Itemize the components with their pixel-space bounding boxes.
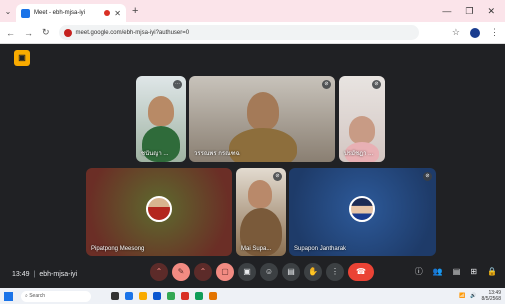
- participant-tile[interactable]: ⊘ ปรมัชฎา ...: [339, 76, 385, 162]
- search-placeholder: Search: [29, 293, 46, 299]
- host-controls-icon[interactable]: 🔒: [487, 263, 497, 281]
- more-options-button[interactable]: ⋮: [326, 263, 344, 281]
- participant-tile[interactable]: ⋯ ชนันญา ...: [136, 76, 186, 162]
- address-bar-row: ← → ↻ meet.google.com/ebh-mjsa-iyi?authu…: [0, 22, 505, 44]
- store-icon[interactable]: [153, 292, 161, 300]
- meeting-info-icon[interactable]: ⓘ: [415, 263, 423, 281]
- app-icon[interactable]: [181, 292, 189, 300]
- participant-name: ชนันญา ...: [141, 151, 169, 157]
- participant-name: Pipatpong Meesong: [91, 246, 145, 252]
- new-tab-icon[interactable]: +: [132, 5, 138, 17]
- explorer-icon[interactable]: [139, 292, 147, 300]
- people-icon[interactable]: 👥: [433, 263, 443, 281]
- bookmark-star-icon[interactable]: ☆: [452, 27, 460, 38]
- tab-close-icon[interactable]: ✕: [114, 9, 121, 18]
- participant-avatar: [146, 196, 172, 222]
- separator: |: [33, 270, 36, 278]
- mic-off-icon: ⊘: [372, 80, 381, 89]
- forward-icon[interactable]: →: [24, 28, 33, 38]
- participant-name: Mai Supa...: [241, 246, 272, 252]
- browser-menu-icon[interactable]: ⋮: [490, 27, 499, 38]
- meeting-code: ebh-mjsa-iyi: [39, 270, 78, 278]
- raise-hand-button[interactable]: ✋: [304, 263, 322, 281]
- present-button[interactable]: ▣: [238, 263, 256, 281]
- participant-video: [349, 116, 375, 144]
- url-field[interactable]: meet.google.com/ebh-mjsa-iyi?authuser=0: [58, 25, 419, 40]
- back-icon[interactable]: ←: [6, 28, 15, 38]
- mic-off-icon: ⊘: [322, 80, 331, 89]
- mic-off-icon: ⊘: [273, 172, 282, 181]
- mic-off-button[interactable]: ✎: [172, 263, 190, 281]
- reload-icon[interactable]: ↻: [42, 27, 50, 38]
- meeting-logo-icon: ▣: [14, 50, 30, 66]
- url-text: meet.google.com/ebh-mjsa-iyi?authuser=0: [75, 29, 190, 36]
- chat-icon[interactable]: ▤: [453, 263, 461, 281]
- participant-video: [148, 96, 174, 126]
- wifi-icon[interactable]: 📶: [459, 293, 465, 299]
- tab-title: Meet - ebh-mjsa-iyi: [34, 10, 86, 16]
- participant-avatar: [349, 196, 375, 222]
- line-icon[interactable]: [195, 292, 203, 300]
- browser-tab-bar: ⌄ Meet - ebh-mjsa-iyi ✕ + — ❐ ✕: [0, 0, 505, 22]
- close-window-icon[interactable]: ✕: [487, 6, 495, 17]
- recording-icon: [104, 10, 111, 16]
- clock-date: 8/5/2568: [481, 296, 501, 302]
- meeting-time: 13:49: [12, 270, 30, 278]
- chrome-icon[interactable]: [167, 292, 175, 300]
- restore-icon[interactable]: ❐: [465, 6, 473, 17]
- reactions-button[interactable]: ☺: [260, 263, 278, 281]
- camera-options-icon[interactable]: ⌃: [194, 263, 212, 281]
- tab-search-icon[interactable]: ⌄: [0, 7, 16, 16]
- participant-tile[interactable]: Pipatpong Meesong: [86, 168, 232, 256]
- volume-icon[interactable]: 🔊: [470, 293, 476, 299]
- os-taskbar: ⌕ Search 📶 🔊 13:49 8/5/2568: [0, 288, 505, 304]
- profile-avatar[interactable]: [470, 27, 480, 38]
- participant-video: [247, 92, 279, 130]
- more-options-icon[interactable]: ⋯: [173, 80, 182, 89]
- participant-name: Supapon Jantharak: [294, 246, 347, 252]
- app-icon[interactable]: [209, 292, 217, 300]
- camera-off-button[interactable]: ▢: [216, 263, 234, 281]
- site-info-icon[interactable]: [63, 28, 72, 37]
- participant-video: [248, 180, 272, 208]
- meet-favicon-icon: [21, 8, 30, 18]
- taskbar-search[interactable]: ⌕ Search: [21, 290, 91, 302]
- participant-name: วรรณพร กรณฑฉ: [194, 151, 240, 157]
- meeting-control-bar: 13:49 | ebh-mjsa-iyi ⌃ ✎ ⌃ ▢ ▣ ☺ ▤ ✋ ⋮ ☎…: [0, 260, 505, 288]
- browser-tab[interactable]: Meet - ebh-mjsa-iyi ✕: [16, 4, 126, 22]
- captions-button[interactable]: ▤: [282, 263, 300, 281]
- mic-options-icon[interactable]: ⌃: [150, 263, 168, 281]
- participant-name: ปรมัชฎา ...: [344, 151, 374, 157]
- minimize-icon[interactable]: —: [442, 6, 451, 17]
- participant-tile[interactable]: ⊘ Mai Supa...: [236, 168, 286, 256]
- taskview-icon[interactable]: [111, 292, 119, 300]
- edge-icon[interactable]: [125, 292, 133, 300]
- activities-icon[interactable]: ⊞: [470, 263, 477, 281]
- leave-call-button[interactable]: ☎: [348, 263, 374, 281]
- system-tray: 📶 🔊 13:49 8/5/2568: [459, 290, 501, 302]
- participant-tile[interactable]: ⊘ Supapon Jantharak: [289, 168, 436, 256]
- windows-start-icon[interactable]: [4, 291, 13, 301]
- mic-off-icon: ⊘: [423, 172, 432, 181]
- participant-tile[interactable]: ⊘ วรรณพร กรณฑฉ: [189, 76, 335, 162]
